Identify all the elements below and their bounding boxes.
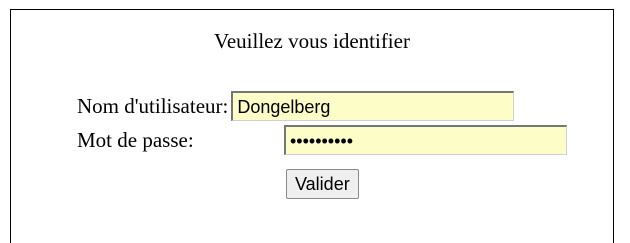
password-field[interactable] (284, 125, 567, 155)
form-title: Veuillez vous identifier (214, 29, 410, 53)
login-form-frame: Veuillez vous identifier Nom d'utilisate… (10, 9, 614, 243)
password-label: Mot de passe: (77, 128, 194, 152)
username-field[interactable] (231, 91, 515, 121)
username-row: Nom d'utilisateur: (77, 91, 515, 121)
submit-button[interactable]: Valider (286, 169, 359, 199)
password-row: Mot de passe: (77, 125, 567, 155)
username-label: Nom d'utilisateur: (77, 94, 229, 118)
